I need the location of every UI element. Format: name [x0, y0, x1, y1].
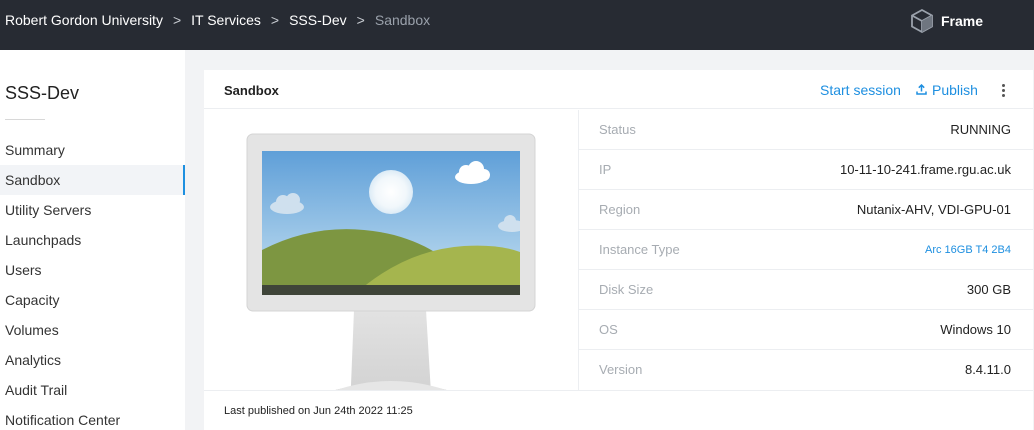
sidebar: SSS-Dev Summary Sandbox Utility Servers … — [0, 50, 185, 430]
info-row-instance-type: Instance Type Arc 16GB T4 2B4 — [579, 230, 1033, 270]
region-label: Region — [599, 202, 641, 217]
breadcrumb-item-sandbox: Sandbox — [374, 12, 431, 28]
disk-size-value: 300 GB — [966, 282, 1011, 297]
sidebar-item-analytics[interactable]: Analytics — [0, 345, 185, 375]
version-value: 8.4.11.0 — [964, 362, 1011, 377]
kebab-menu-icon[interactable] — [999, 82, 1007, 98]
monitor-illustration — [246, 133, 536, 410]
ip-label: IP — [599, 162, 612, 177]
brand-name: Frame — [941, 13, 984, 29]
info-row-ip: IP 10-11-10-241.frame.rgu.ac.uk — [579, 150, 1033, 190]
info-row-disk-size: Disk Size 300 GB — [579, 270, 1033, 310]
info-table: Status RUNNING IP 10-11-10-241.frame.rgu… — [579, 110, 1033, 390]
sidebar-item-notification-center[interactable]: Notification Center — [0, 405, 185, 430]
breadcrumb: Robert Gordon University > IT Services >… — [5, 0, 430, 40]
sidebar-item-sandbox[interactable]: Sandbox — [0, 165, 185, 195]
start-session-button[interactable]: Start session — [820, 82, 901, 98]
info-row-version: Version 8.4.11.0 — [579, 350, 1033, 390]
sidebar-nav: Summary Sandbox Utility Servers Launchpa… — [0, 135, 185, 430]
sidebar-item-launchpads[interactable]: Launchpads — [0, 225, 185, 255]
card-footer: Last published on Jun 24th 2022 11:25 — [204, 390, 1033, 430]
info-row-os: OS Windows 10 — [579, 310, 1033, 350]
breadcrumb-item-university[interactable]: Robert Gordon University — [5, 12, 163, 28]
card-header: Sandbox Start session Publish — [204, 70, 1033, 109]
publish-label: Publish — [932, 82, 978, 98]
sidebar-item-users[interactable]: Users — [0, 255, 185, 285]
top-bar: Robert Gordon University > IT Services >… — [0, 0, 1034, 50]
instance-type-label: Instance Type — [599, 242, 680, 257]
region-value: Nutanix-AHV, VDI-GPU-01 — [856, 202, 1011, 217]
sidebar-title: SSS-Dev — [5, 83, 80, 103]
os-label: OS — [599, 322, 618, 337]
brand-logo[interactable]: Frame — [911, 9, 983, 33]
cube-icon — [911, 9, 933, 33]
breadcrumb-item-sss-dev[interactable]: SSS-Dev — [289, 12, 347, 28]
last-published-text: Last published on Jun 24th 2022 11:25 — [224, 405, 413, 417]
breadcrumb-separator: > — [356, 12, 365, 28]
sidebar-item-capacity[interactable]: Capacity — [0, 285, 185, 315]
publish-button[interactable]: Publish — [916, 82, 978, 98]
breadcrumb-separator: > — [270, 12, 280, 28]
status-value: RUNNING — [950, 122, 1011, 137]
breadcrumb-item-it-services[interactable]: IT Services — [191, 12, 261, 28]
disk-size-label: Disk Size — [599, 282, 654, 297]
ip-value: 10-11-10-241.frame.rgu.ac.uk — [839, 162, 1011, 177]
sidebar-item-volumes[interactable]: Volumes — [0, 315, 185, 345]
version-label: Version — [599, 362, 643, 377]
status-label: Status — [599, 122, 636, 137]
sidebar-item-audit-trail[interactable]: Audit Trail — [0, 375, 185, 405]
upload-icon — [916, 82, 932, 98]
info-row-status: Status RUNNING — [579, 110, 1033, 150]
instance-type-link[interactable]: Arc 16GB T4 2B4 — [925, 244, 1011, 256]
os-value: Windows 10 — [940, 322, 1011, 337]
sidebar-item-summary[interactable]: Summary — [0, 135, 185, 165]
card-title: Sandbox — [224, 83, 279, 98]
sidebar-divider — [5, 119, 45, 120]
sandbox-preview — [204, 110, 578, 410]
sidebar-item-utility-servers[interactable]: Utility Servers — [0, 195, 185, 225]
breadcrumb-separator: > — [172, 12, 182, 28]
sandbox-card: Sandbox Start session Publish Status RUN… — [204, 70, 1033, 430]
info-row-region: Region Nutanix-AHV, VDI-GPU-01 — [579, 190, 1033, 230]
